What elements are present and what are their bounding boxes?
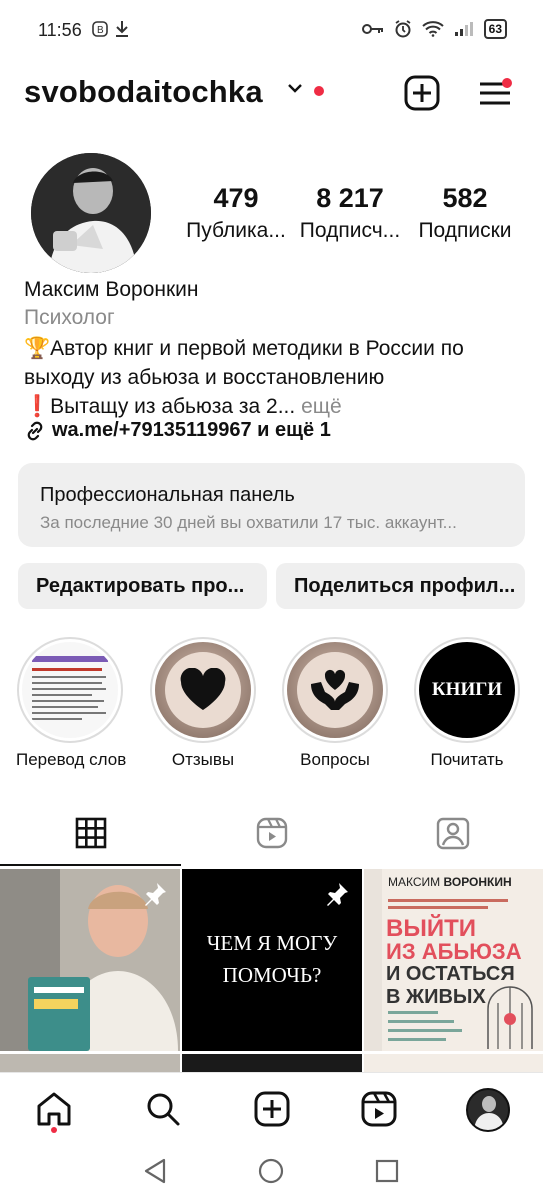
home-button-icon[interactable] xyxy=(258,1158,284,1184)
book-title: ВЫЙТИ xyxy=(386,915,476,942)
grid-icon xyxy=(75,817,106,849)
tab-reels[interactable] xyxy=(181,800,362,866)
recents-icon[interactable] xyxy=(375,1159,399,1183)
svg-text:B: B xyxy=(97,25,104,36)
search-icon xyxy=(147,1093,180,1126)
tagged-icon xyxy=(436,817,469,850)
profile-name: Максим Воронкин xyxy=(24,278,199,301)
tab-tagged[interactable] xyxy=(362,800,543,866)
download-icon xyxy=(116,21,128,37)
pin-icon xyxy=(145,883,166,906)
stat-posts[interactable]: 479 Публика... xyxy=(186,180,286,246)
link-icon xyxy=(27,421,43,440)
stat-followers-count: 8 217 xyxy=(316,183,384,213)
pin-icon xyxy=(327,883,348,906)
add-post-icon xyxy=(254,1091,290,1127)
profile-avatar[interactable] xyxy=(31,153,151,273)
profile-tabs xyxy=(0,800,543,866)
chevron-down-icon[interactable] xyxy=(287,82,303,96)
alarm-icon xyxy=(395,20,411,38)
professional-dashboard[interactable]: Профессиональная панель За последние 30 … xyxy=(18,463,525,547)
status-time: 11:56 xyxy=(38,20,82,40)
profile-link-text: wa.me/+79135119967 и ещё 1 xyxy=(52,419,331,441)
highlight-label: Перевод слов xyxy=(16,750,127,769)
avatar-photo xyxy=(31,153,151,273)
bottom-navigation xyxy=(0,1072,543,1142)
highlight-questions[interactable]: Вопросы xyxy=(281,637,389,770)
profile-link[interactable]: wa.me/+79135119967 и ещё 1 xyxy=(24,419,331,442)
signal-icon xyxy=(454,22,473,36)
create-post-icon[interactable] xyxy=(404,75,440,111)
active-tab-indicator xyxy=(0,864,181,866)
notification-dot xyxy=(314,86,324,96)
system-navigation-bar xyxy=(0,1142,543,1200)
nav-reels[interactable] xyxy=(357,1087,401,1131)
highlight-translation[interactable]: Перевод слов xyxy=(16,637,127,770)
highlight-label: Почитать xyxy=(430,750,504,769)
username[interactable]: svobodaitochka xyxy=(24,74,263,110)
book-author-last: ВОРОНКИН xyxy=(443,875,512,889)
post-thumbnail[interactable] xyxy=(182,1054,362,1074)
post-text: ЧЕМ Я МОГУ xyxy=(206,931,338,955)
nav-create[interactable] xyxy=(250,1087,294,1131)
pro-panel-subtitle: За последние 30 дней вы охватили 17 тыс.… xyxy=(40,513,457,532)
key-icon xyxy=(361,24,383,34)
edit-profile-button[interactable]: Редактировать про... xyxy=(18,563,267,609)
highlight-reviews[interactable]: Отзывы xyxy=(149,637,257,770)
stat-following[interactable]: 582 Подписки xyxy=(414,180,516,246)
nav-home[interactable] xyxy=(32,1087,76,1131)
highlight-label: Отзывы xyxy=(171,750,235,769)
post-thumbnail[interactable]: ЧЕМ Я МОГУ ПОМОЧЬ? xyxy=(182,869,362,1051)
post-thumbnail[interactable] xyxy=(0,1054,180,1074)
birdcage-illustration xyxy=(487,986,533,1049)
stat-followers-label: Подписч... xyxy=(299,219,401,242)
back-icon[interactable] xyxy=(143,1158,167,1184)
stat-followers[interactable]: 8 217 Подписч... xyxy=(298,180,402,246)
stat-posts-label: Публика... xyxy=(186,219,286,242)
profile-avatar-small xyxy=(466,1088,510,1132)
hands-heart-icon xyxy=(311,669,359,710)
home-icon xyxy=(37,1092,71,1126)
menu-icon[interactable] xyxy=(478,78,512,108)
stat-following-count: 582 xyxy=(442,183,488,213)
stat-following-label: Подписки xyxy=(418,219,512,242)
post-text: ПОМОЧЬ? xyxy=(222,963,322,987)
profile-bio: 🏆Автор книг и первой методики в России п… xyxy=(24,334,524,421)
reels-icon xyxy=(361,1091,397,1127)
bio-more-link[interactable]: ещё xyxy=(301,395,342,418)
book-author-first: МАКСИМ xyxy=(388,875,441,889)
bio-line: выходу из абьюза и восстановлению xyxy=(24,366,385,389)
vk-notification-icon: B xyxy=(92,21,108,37)
home-notification-dot xyxy=(51,1127,57,1133)
tab-grid[interactable] xyxy=(0,800,181,866)
highlight-books[interactable]: КНИГИ Почитать xyxy=(413,637,521,770)
battery-indicator: 63 xyxy=(483,19,507,39)
profile-header: svobodaitochka xyxy=(0,62,543,124)
highlight-cover-text: КНИГИ xyxy=(431,679,503,700)
post-thumbnail[interactable] xyxy=(0,869,180,1051)
post-thumbnail[interactable]: МАКСИМ ВОРОНКИН ВЫЙТИ ИЗ АБЬЮЗА И ОСТАТЬ… xyxy=(364,869,543,1051)
highlight-label: Вопросы xyxy=(300,750,370,769)
nav-profile[interactable] xyxy=(465,1087,511,1133)
pro-panel-title: Профессиональная панель xyxy=(40,484,295,506)
heart-icon xyxy=(180,668,226,710)
reels-icon xyxy=(256,817,287,849)
stat-posts-count: 479 xyxy=(213,183,259,213)
wifi-icon xyxy=(421,21,444,37)
profile-category: Психолог xyxy=(24,306,115,329)
document-thumbnail xyxy=(22,642,118,738)
bio-line: 🏆Автор книг и первой методики в России п… xyxy=(24,337,464,360)
book-title: ИЗ АБЬЮЗА xyxy=(386,939,522,964)
bio-line: ❗Вытащу из абьюза за 2... xyxy=(24,395,296,418)
nav-search[interactable] xyxy=(141,1087,185,1131)
status-bar: 11:56 B 63 xyxy=(0,0,543,62)
share-profile-button[interactable]: Поделиться профил... xyxy=(276,563,525,609)
post-thumbnail[interactable] xyxy=(364,1054,543,1074)
